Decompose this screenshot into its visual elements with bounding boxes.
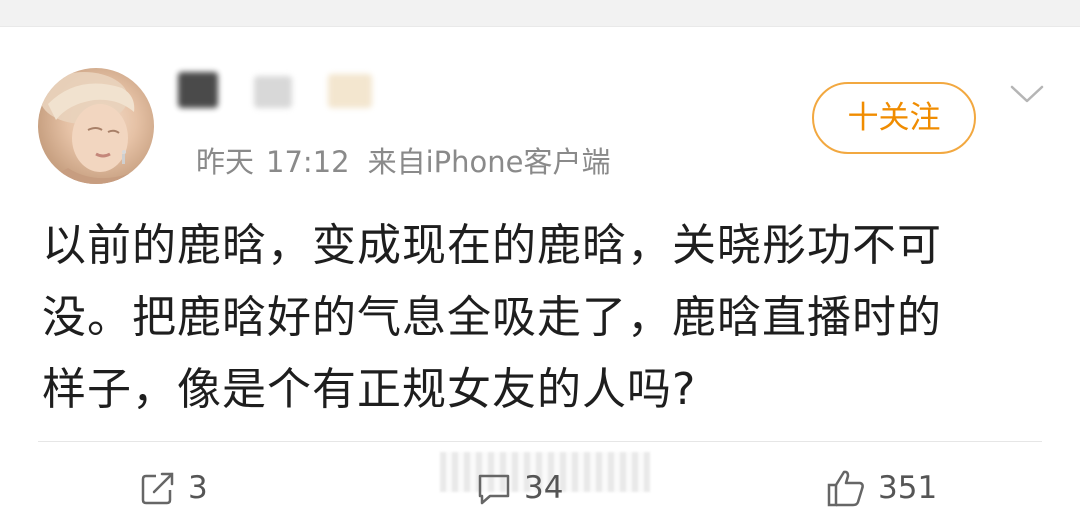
post-text-line: 样子，像是个有正规女友的人吗?: [42, 364, 697, 415]
post-meta: 昨天 17:12 来自iPhone客户端: [196, 142, 610, 182]
follow-button[interactable]: 十关注: [812, 82, 976, 154]
chevron-down-icon[interactable]: [1010, 84, 1044, 104]
post-time: 17:12: [266, 145, 350, 179]
comment-count: 34: [524, 469, 564, 506]
like-button[interactable]: 351: [826, 466, 937, 506]
username-redacted[interactable]: [178, 68, 418, 116]
repost-icon: [141, 472, 174, 504]
repost-button[interactable]: 3: [140, 466, 208, 506]
avatar[interactable]: [38, 68, 154, 184]
top-strip: [0, 0, 1080, 27]
post-body: 以前的鹿晗，变成现在的鹿晗，关晓彤功不可 没。把鹿晗好的气息全吸走了，鹿晗直播时…: [42, 210, 1042, 426]
redaction-block: [328, 74, 372, 108]
post-date: 昨天: [196, 145, 255, 179]
redaction-block: [178, 72, 218, 108]
thumbs-up-icon: [827, 470, 864, 506]
post-source[interactable]: 来自iPhone客户端: [368, 142, 611, 182]
repost-count: 3: [188, 469, 208, 506]
like-count: 351: [878, 469, 938, 506]
divider: [38, 441, 1042, 442]
post-text-line: 以前的鹿晗，变成现在的鹿晗，关晓彤功不可: [42, 220, 942, 271]
comment-button[interactable]: 34: [476, 466, 563, 506]
avatar-image: [38, 72, 154, 184]
comment-icon: [478, 474, 510, 504]
redaction-block: [254, 76, 292, 108]
post-text-line: 没。把鹿晗好的气息全吸走了，鹿晗直播时的: [42, 292, 942, 343]
